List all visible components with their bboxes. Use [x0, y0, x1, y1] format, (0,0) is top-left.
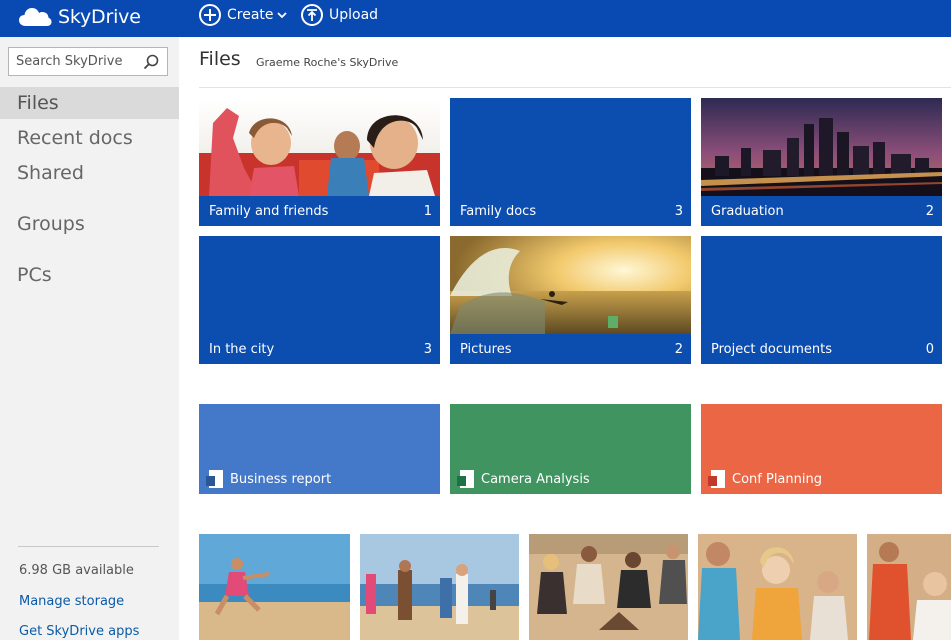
photo-people-ride [199, 98, 440, 196]
folder-name: Graduation [711, 204, 784, 219]
folder-count: 3 [674, 204, 683, 219]
header-divider [199, 87, 951, 88]
plus-icon [199, 4, 221, 26]
sidebar-divider [18, 546, 159, 547]
excel-doc-icon [457, 470, 474, 488]
sidebar-item-recent-docs[interactable]: Recent docs [0, 122, 179, 154]
cloud-icon [19, 8, 52, 26]
create-label: Create [227, 7, 274, 23]
folder-count: 2 [925, 204, 934, 219]
photo-thumbnail [199, 534, 350, 640]
folder-count: 3 [423, 342, 432, 357]
sidebar-item-pcs[interactable]: PCs [0, 259, 179, 291]
photo-city-night [701, 98, 942, 196]
upload-icon [301, 4, 323, 26]
sidebar-item-shared[interactable]: Shared [0, 157, 179, 189]
folder-name: Family and friends [209, 204, 329, 219]
folder-tile-project-documents[interactable]: Project documents 0 [701, 236, 942, 364]
powerpoint-doc-icon [708, 470, 725, 488]
sidebar-item-groups[interactable]: Groups [0, 208, 179, 240]
beach-run-photo[interactable] [199, 534, 350, 640]
photo-surf-sunset [450, 236, 691, 334]
document-name: Conf Planning [732, 472, 822, 487]
beach-friends-photo[interactable] [698, 534, 857, 640]
sidebar: Files Recent docs Shared Groups PCs 6.98… [0, 37, 179, 640]
folder-count: 2 [674, 342, 683, 357]
breadcrumb[interactable]: Graeme Roche's SkyDrive [256, 56, 398, 69]
folder-name: Pictures [460, 342, 512, 357]
app-name: SkyDrive [58, 6, 141, 28]
top-bar: SkyDrive Create Upload [0, 0, 951, 37]
search-input[interactable] [9, 48, 146, 75]
storage-available: 6.98 GB available [19, 563, 134, 578]
folder-tile-graduation[interactable]: Graduation 2 [701, 98, 942, 226]
folder-name: Project documents [711, 342, 832, 357]
document-name: Business report [230, 472, 332, 487]
document-tile-camera-analysis[interactable]: Camera Analysis [450, 404, 691, 494]
upload-button[interactable]: Upload [301, 4, 378, 26]
sidebar-item-files[interactable]: Files [0, 87, 179, 119]
beach-campfire-photo[interactable] [529, 534, 688, 640]
document-tile-conf-planning[interactable]: Conf Planning [701, 404, 942, 494]
document-name: Camera Analysis [481, 472, 590, 487]
folder-tile-family-and-friends[interactable]: Family and friends 1 [199, 98, 440, 226]
folder-count: 1 [423, 204, 432, 219]
photo-thumbnail [360, 534, 519, 640]
folder-tile-in-the-city[interactable]: In the city 3 [199, 236, 440, 364]
manage-storage-link[interactable]: Manage storage [19, 594, 124, 609]
page-title: Files [199, 48, 241, 70]
photo-thumbnail [698, 534, 857, 640]
get-apps-link[interactable]: Get SkyDrive apps [19, 624, 139, 639]
folder-tile-pictures[interactable]: Pictures 2 [450, 236, 691, 364]
search-box [8, 47, 168, 76]
skydrive-logo[interactable]: SkyDrive [18, 5, 141, 29]
chevron-down-icon [276, 12, 287, 19]
folder-name: Family docs [460, 204, 537, 219]
create-button[interactable]: Create [199, 4, 287, 26]
folder-tile-family-docs[interactable]: Family docs 3 [450, 98, 691, 226]
word-doc-icon [206, 470, 223, 488]
photo-thumbnail [867, 534, 951, 640]
beach-partial-photo[interactable] [867, 534, 951, 640]
photo-thumbnail [529, 534, 688, 640]
beach-group-photo[interactable] [360, 534, 519, 640]
document-tile-business-report[interactable]: Business report [199, 404, 440, 494]
upload-label: Upload [329, 7, 379, 23]
folder-count: 0 [925, 342, 934, 357]
search-icon[interactable] [143, 54, 159, 70]
folder-name: In the city [209, 342, 275, 357]
